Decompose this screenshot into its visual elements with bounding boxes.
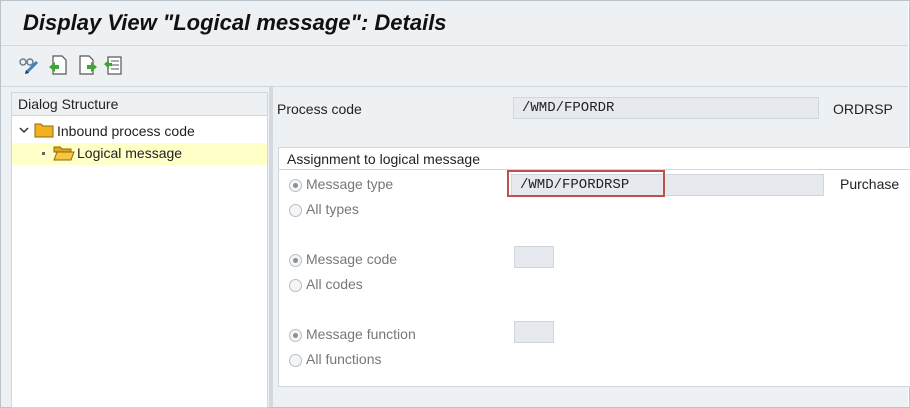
assignment-group-title: Assignment to logical message bbox=[287, 151, 480, 167]
next-entry-icon[interactable] bbox=[77, 54, 99, 76]
message-type-option-label: Message type bbox=[306, 176, 394, 192]
process-code-label: Process code bbox=[277, 101, 362, 117]
all-codes-radio[interactable] bbox=[289, 279, 302, 292]
message-function-option-label: Message function bbox=[306, 326, 416, 342]
bullet-icon bbox=[42, 152, 45, 155]
message-type-description: Purchase bbox=[840, 176, 900, 192]
dialog-structure-panel: Dialog Structure Inbound process code Lo… bbox=[11, 92, 268, 408]
dialog-structure-header: Dialog Structure bbox=[12, 93, 267, 116]
open-folder-icon bbox=[53, 145, 75, 165]
all-types-option-label: All types bbox=[306, 201, 359, 217]
dialog-structure-title: Dialog Structure bbox=[18, 96, 119, 112]
folder-icon bbox=[34, 122, 54, 141]
all-functions-option-label: All functions bbox=[306, 351, 382, 367]
all-functions-radio[interactable] bbox=[289, 354, 302, 367]
assignment-group: Assignment to logical message Message ty… bbox=[278, 147, 910, 387]
process-code-field[interactable]: /WMD/FPORDR bbox=[513, 97, 819, 119]
chevron-down-icon[interactable] bbox=[18, 123, 30, 139]
application-toolbar bbox=[1, 46, 908, 87]
select-all-icon[interactable] bbox=[102, 54, 124, 76]
page-title: Display View "Logical message": Details bbox=[23, 10, 447, 35]
content-area: Dialog Structure Inbound process code Lo… bbox=[1, 87, 910, 408]
tree-item-logical-message[interactable]: Logical message bbox=[12, 143, 267, 165]
tree-item-inbound-process-code[interactable]: Inbound process code bbox=[12, 121, 267, 143]
panel-splitter[interactable] bbox=[269, 87, 273, 407]
message-function-field[interactable] bbox=[514, 321, 554, 343]
previous-entry-icon[interactable] bbox=[47, 54, 69, 76]
message-type-radio[interactable] bbox=[289, 179, 302, 192]
title-bar: Display View "Logical message": Details bbox=[1, 1, 908, 46]
all-codes-option-label: All codes bbox=[306, 276, 363, 292]
tree-item-label: Logical message bbox=[77, 145, 183, 161]
highlight-box bbox=[507, 170, 665, 197]
all-types-radio[interactable] bbox=[289, 204, 302, 217]
display-change-icon[interactable] bbox=[18, 54, 40, 76]
process-code-description: ORDRSP bbox=[833, 101, 893, 117]
details-panel: Process code /WMD/FPORDR ORDRSP Assignme… bbox=[274, 87, 910, 407]
message-function-radio[interactable] bbox=[289, 329, 302, 342]
message-code-field[interactable] bbox=[514, 246, 554, 268]
message-code-radio[interactable] bbox=[289, 254, 302, 267]
message-code-option-label: Message code bbox=[306, 251, 398, 267]
tree-item-label: Inbound process code bbox=[57, 123, 195, 139]
